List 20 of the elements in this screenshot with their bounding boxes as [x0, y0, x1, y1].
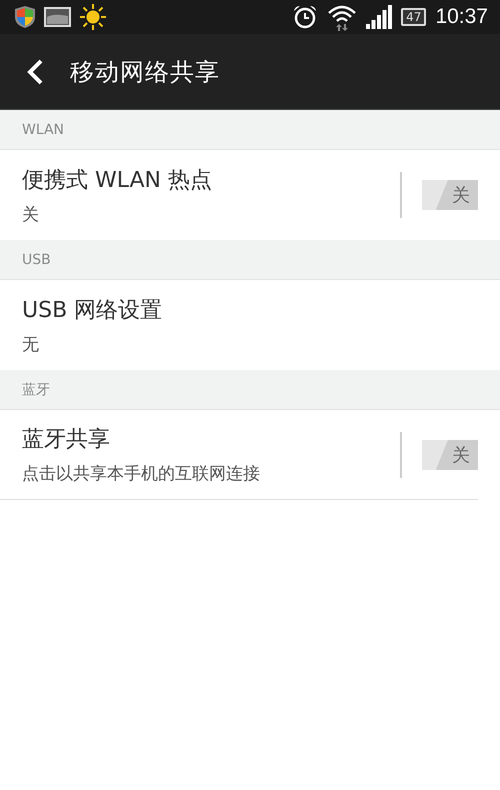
section-header: 蓝牙 — [22, 380, 50, 398]
setting-summary: 点击以共享本手机的互联网连接 — [22, 463, 261, 485]
section-header: USB — [22, 252, 51, 268]
setting-title: 便携式 WLAN 热点 — [22, 166, 214, 194]
clock-time: 10:37 — [435, 5, 488, 29]
toggle-switch[interactable]: 关 — [422, 440, 478, 470]
signal-icon — [366, 5, 392, 29]
setting-summary: 关 — [22, 204, 40, 226]
setting-title: USB 网络设置 — [22, 296, 164, 324]
section-header: WLAN — [22, 122, 64, 138]
wifi-icon — [327, 3, 358, 31]
image-icon — [44, 7, 71, 27]
shield-icon — [14, 5, 36, 29]
toggle-switch[interactable]: 关 — [422, 180, 478, 210]
setting-title: 蓝牙共享 — [22, 426, 111, 454]
alarm-icon — [292, 4, 318, 30]
setting-summary: 无 — [22, 334, 40, 356]
sun-icon — [79, 3, 107, 31]
screen-title: 移动网络共享 — [70, 56, 220, 88]
battery-indicator: 47 — [401, 8, 426, 26]
